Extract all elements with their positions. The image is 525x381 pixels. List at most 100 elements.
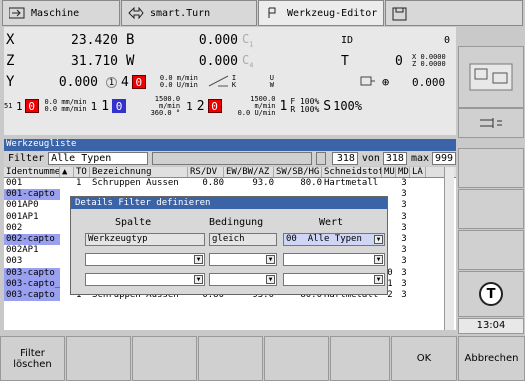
tab-maschine[interactable]: Maschine [2, 0, 120, 26]
spindle-number-1: 1 [101, 98, 110, 114]
cell-la [410, 279, 426, 290]
filtered-count: 318 [331, 152, 358, 165]
dropdown-arrow-icon[interactable]: ▼ [194, 275, 203, 284]
id-value: 0 [444, 34, 451, 46]
cell-la [410, 212, 426, 223]
tool-offset-readout: X 0.0000 Z 0.0000 [412, 53, 446, 68]
col-sw-sb-hg[interactable]: SW/SB/HG [274, 167, 322, 177]
cell-id: 001-capto [4, 189, 60, 201]
tab-werkzeug-editor-label: Werkzeug-Editor [287, 7, 378, 19]
col-mu[interactable]: MU [382, 167, 396, 177]
cell-name: Schruppen Aussen [92, 178, 179, 188]
col-rs-dv[interactable]: RS/DV [188, 167, 224, 177]
dialog-row1-spalte[interactable]: Werkzeugtyp [85, 233, 205, 246]
dropdown-arrow-icon[interactable]: ▼ [374, 235, 383, 244]
spindle-2-stop-indicator: 0 [207, 99, 222, 113]
filter-field[interactable]: Alle Typen [48, 152, 149, 165]
spindle-2-channel: 1 [186, 99, 193, 113]
softkey-bottom-2[interactable] [66, 336, 131, 381]
tab-smart-turn[interactable]: smart.Turn [121, 0, 257, 26]
col-la[interactable]: LA [410, 167, 426, 177]
cell-id: 003-capto_1 [4, 278, 60, 290]
channel-1-indicator: 1 [106, 76, 117, 88]
axis-b-value: 0.000 [198, 32, 238, 48]
spindle-1-number: 1 [16, 99, 23, 113]
axis-c4-label: C4 [242, 52, 254, 70]
auxiliary-value: 0.000 [412, 75, 446, 89]
cell-la [410, 245, 426, 256]
dialog-row2-bedingung[interactable]: ▼ [209, 253, 277, 266]
spindle-1-stop-indicator: 0 [24, 99, 39, 113]
filter-empty-field-1 [152, 152, 312, 165]
spindle-1-readout: 1500.0 m/min 360.0 ° [150, 94, 181, 117]
softkey-right-6[interactable]: T [458, 271, 524, 317]
dialog-col-bedingung: Bedingung [209, 217, 264, 228]
tab-maschine-label: Maschine [31, 7, 80, 19]
feed-stop-indicator: 0 [131, 75, 146, 89]
dialog-row2-spalte[interactable]: ▼ [85, 253, 205, 266]
override-channel: 1 [279, 98, 288, 114]
cell-id: 003 [6, 256, 23, 267]
floppy-disk-icon [392, 7, 408, 21]
cell-md: 3 [401, 200, 407, 211]
dialog-row3-wert[interactable]: ▼ [283, 273, 385, 286]
cell-id: 001 [6, 178, 23, 188]
dialog-row3-spalte[interactable]: ▼ [85, 273, 205, 286]
dropdown-arrow-icon[interactable]: ▼ [266, 275, 275, 284]
dropdown-arrow-icon[interactable]: ▼ [194, 255, 203, 264]
table-scrollbar[interactable] [444, 167, 454, 330]
cell-la [410, 290, 426, 301]
channel-4-indicator: 4 [121, 74, 129, 90]
axis-w-label: W [126, 53, 135, 69]
tab-save[interactable] [385, 0, 523, 26]
tool-holder-icon [480, 118, 502, 128]
axis-x-value: 23.420 [71, 32, 118, 48]
cell-to: 1 [76, 178, 82, 188]
col-sort-icon[interactable]: ▲ [60, 167, 74, 177]
col-to[interactable]: TO [74, 167, 90, 177]
filter-loeschen-button[interactable]: Filter löschen [0, 336, 65, 381]
tab-smart-turn-label: smart.Turn [150, 7, 211, 19]
t-value: 0 [395, 53, 403, 69]
col-md[interactable]: MD [396, 167, 410, 177]
table-header: Identnummer ▲ TO Bezeichnung RS/DV EW/BW… [4, 167, 456, 178]
filter-details-dialog: Details Filter definieren Spalte Bedingu… [70, 196, 388, 295]
von-label: von [361, 153, 380, 164]
spindle-override-label: S [323, 98, 332, 114]
dropdown-arrow-icon[interactable]: ▼ [266, 255, 275, 264]
tab-werkzeug-editor[interactable]: Werkzeug-Editor [258, 0, 384, 26]
cell-la [410, 223, 426, 234]
dialog-col-wert: Wert [319, 217, 344, 228]
spindle-1-active-indicator: 0 [112, 99, 127, 113]
cell-id: 003-capto 2 [4, 289, 60, 302]
col-identnummer[interactable]: Identnummer [4, 167, 60, 177]
cell-id: 002 [6, 222, 23, 233]
softkey-bottom-6[interactable] [330, 336, 390, 381]
cell-la [410, 268, 426, 279]
dropdown-arrow-icon[interactable]: ▼ [374, 275, 383, 284]
axis-w-value: 0.000 [198, 53, 238, 69]
softkey-bottom-5[interactable] [264, 336, 329, 381]
dropdown-arrow-icon[interactable]: ▼ [374, 255, 383, 264]
softkey-right-2[interactable] [458, 108, 524, 138]
softkey-right-1[interactable] [458, 46, 524, 108]
softkey-bottom-4[interactable] [198, 336, 263, 381]
dialog-row3-bedingung[interactable]: ▼ [209, 273, 277, 286]
max-count: 999 [432, 152, 456, 165]
softkey-bottom-3[interactable] [132, 336, 197, 381]
cell-md: 3 [401, 278, 407, 289]
softkey-right-4[interactable] [458, 189, 524, 229]
dialog-row2-wert[interactable]: ▼ [283, 253, 385, 266]
table-row[interactable]: 001 1 Schruppen Aussen 0.80 93.0 80.0 Hartmeta… [4, 178, 456, 189]
cell-md: 3 [401, 178, 407, 188]
dialog-row1-bedingung[interactable]: gleich [209, 233, 277, 246]
col-bezeichnung[interactable]: Bezeichnung [90, 167, 188, 177]
ok-button[interactable]: OK [391, 336, 457, 381]
softkey-right-5[interactable] [458, 230, 524, 270]
col-schneidstoff[interactable]: Schneidstoff [322, 167, 382, 177]
softkey-right-3[interactable] [458, 148, 524, 188]
cell-sw: 80.0 [300, 178, 322, 188]
dialog-row1-wert[interactable]: 00 Alle Typen ▼ [283, 233, 385, 246]
col-ew-bw-az[interactable]: EW/BW/AZ [224, 167, 274, 177]
abbrechen-button[interactable]: Abbrechen [458, 336, 525, 381]
